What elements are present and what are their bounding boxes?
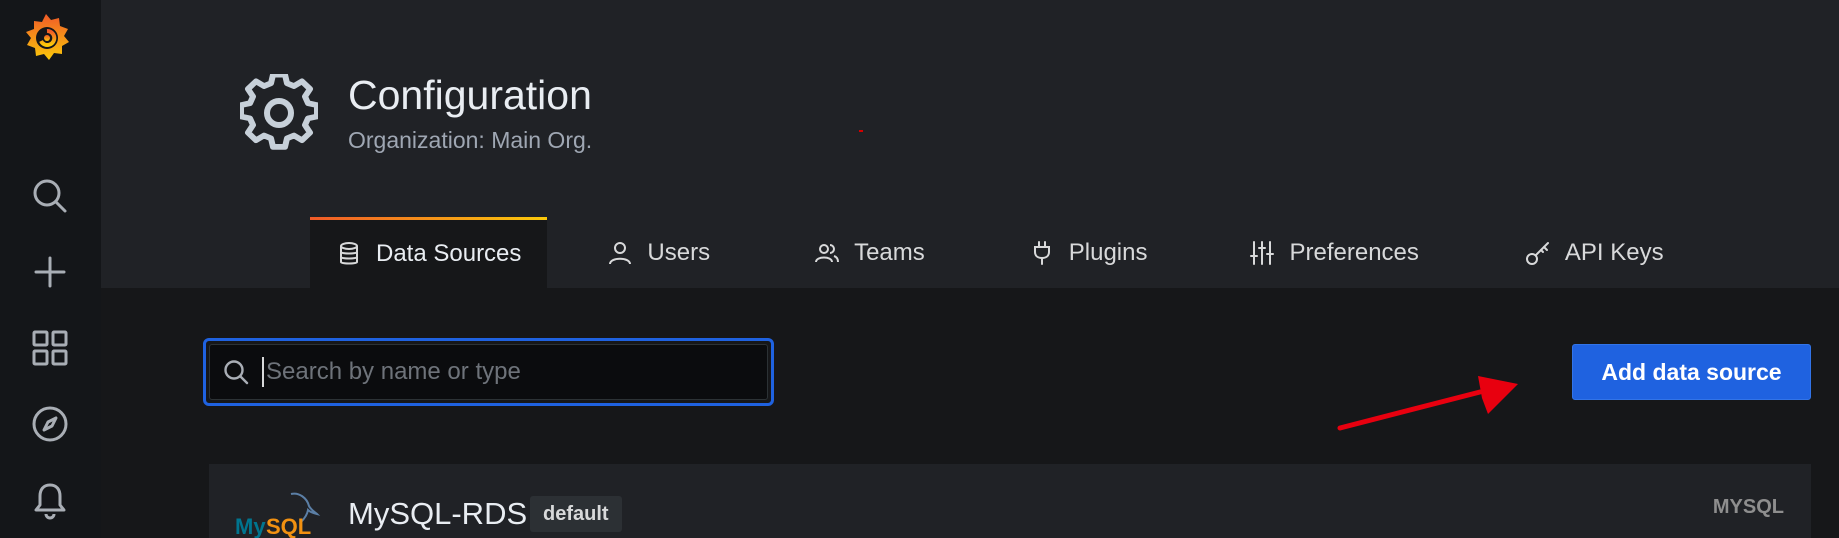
- tab-data-sources[interactable]: Data Sources: [310, 217, 548, 288]
- tab-bar: Data Sources Users Teams Plugins Prefere…: [310, 217, 1706, 288]
- tab-label: Plugins: [1068, 238, 1148, 266]
- svg-text:SQL: SQL: [266, 514, 311, 538]
- bell-icon[interactable]: [28, 478, 72, 522]
- users-icon: [815, 243, 840, 262]
- tab-teams[interactable]: Teams: [788, 217, 951, 288]
- tab-label: Teams: [854, 238, 925, 266]
- dashboards-icon[interactable]: [28, 326, 72, 370]
- compass-icon[interactable]: [28, 402, 72, 446]
- datasource-type: MYSQL: [1712, 496, 1784, 518]
- annotation-mark: [859, 130, 863, 132]
- grafana-logo-icon[interactable]: [18, 10, 74, 66]
- plus-icon[interactable]: [28, 250, 72, 294]
- tab-api-keys[interactable]: API Keys: [1499, 217, 1690, 288]
- gear-icon: [238, 71, 320, 152]
- svg-text:My: My: [235, 514, 266, 538]
- tab-label: Preferences: [1289, 238, 1419, 266]
- grafana-app: Configuration Organization: Main Org. Da…: [0, 0, 1839, 538]
- tab-users[interactable]: Users: [581, 217, 736, 288]
- page-header: Configuration Organization: Main Org. Da…: [101, 0, 1839, 288]
- search-field: [209, 344, 768, 400]
- mysql-logo-icon: My SQL: [233, 490, 323, 538]
- search-icon[interactable]: [28, 174, 72, 218]
- datasource-name: MySQL-RDS: [348, 496, 528, 531]
- annotation-arrow-icon: [1337, 376, 1518, 431]
- datasource-card[interactable]: My SQL MySQL-RDS default MYSQL: [209, 464, 1811, 538]
- tab-preferences[interactable]: Preferences: [1223, 217, 1444, 288]
- key-icon: [1525, 241, 1549, 265]
- add-data-source-button[interactable]: Add data source: [1572, 344, 1811, 400]
- database-icon: [340, 242, 358, 265]
- plug-icon: [1033, 240, 1050, 265]
- tab-label: API Keys: [1564, 238, 1664, 266]
- sidebar: [0, 0, 101, 538]
- search-icon: [224, 360, 249, 385]
- tab-plugins[interactable]: Plugins: [1003, 217, 1174, 288]
- sliders-icon: [1250, 240, 1275, 265]
- search-box: [203, 338, 774, 406]
- page-subtitle: Organization: Main Org.: [348, 127, 593, 153]
- tab-label: Data Sources: [376, 240, 522, 267]
- tab-label: Users: [647, 238, 711, 266]
- user-icon: [609, 241, 632, 264]
- search-input[interactable]: [262, 357, 767, 387]
- page-title: Configuration: [348, 72, 592, 118]
- default-badge: default: [530, 496, 622, 532]
